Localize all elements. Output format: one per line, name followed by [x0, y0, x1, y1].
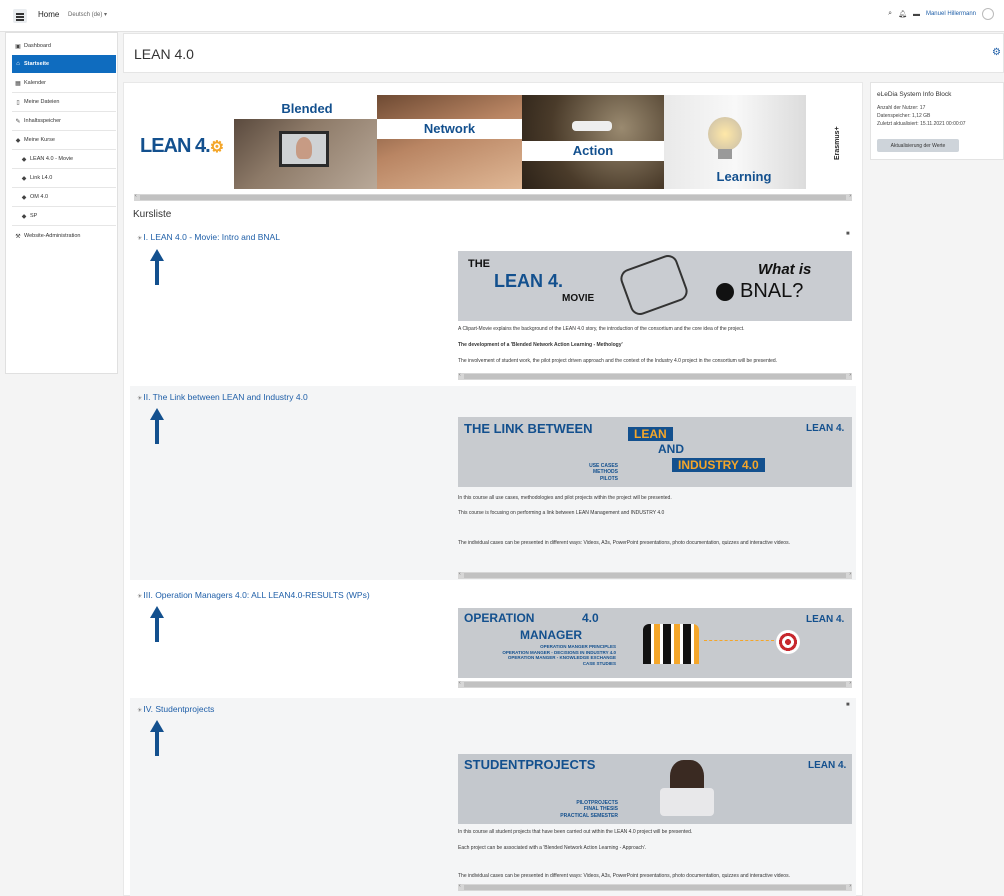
course-section-1: ☀I. LEAN 4.0 - Movie: Intro and BNAL ■ T… — [130, 227, 856, 385]
calendar-icon: ▦ — [15, 80, 21, 87]
course-image-operation[interactable]: OPERATION 4.0 MANAGER OPERATION MANGER P… — [458, 608, 852, 678]
language-selector[interactable]: Deutsch (de) ▾ — [68, 11, 107, 18]
sidebar-item-startseite[interactable]: ⌂ Startseite — [12, 55, 116, 73]
play-icon — [716, 283, 734, 301]
course-list-heading: Kursliste — [133, 209, 172, 220]
info-updated: Zuletzt aktualisiert: 15.11.2021 00:00:0… — [877, 121, 966, 127]
nav-user-area: ⌕ 🔔︎ ▬ Manuel Hillermann — [888, 8, 994, 20]
section-3-scrollbar[interactable]: ‹ › — [458, 680, 852, 688]
section-icon: ☀ — [137, 396, 143, 402]
hamburger-menu-icon[interactable] — [13, 9, 27, 23]
sidebar-item-meine-kurse[interactable]: ◆ Meine Kurse — [12, 131, 116, 149]
lean-banner: LEAN 4.⚙ Blended Network Action Learning… — [134, 95, 852, 191]
erasmus-logo: Erasmus+ — [834, 126, 841, 160]
graduation-cap-icon: ◆ — [15, 137, 21, 144]
page-header: LEAN 4.0 ⚙ — [123, 33, 1004, 73]
banner-word-network: Network — [377, 119, 522, 139]
bell-icon[interactable]: 🔔︎ — [898, 10, 907, 18]
course-section-3: ☀III. Operation Managers 4.0: ALL LEAN4.… — [130, 584, 856, 698]
section-title-2[interactable]: ☀II. The Link between LEAN and Industry … — [137, 392, 308, 402]
banner-word-blended: Blended — [259, 101, 355, 117]
search-icon[interactable]: ⌕ — [888, 10, 892, 18]
up-arrow-icon — [138, 606, 178, 648]
section-2-scrollbar[interactable]: ‹ › — [458, 571, 852, 579]
section-title-4[interactable]: ☀IV. Studentprojects — [137, 704, 214, 714]
file-icon: ▯ — [16, 99, 20, 106]
section-4-desc-1: In this course all student projects that… — [458, 829, 693, 835]
section-2-desc-2: This course is focusing on performing a … — [458, 510, 665, 516]
sidebar-item-meine-dateien[interactable]: ▯ Meine Dateien — [12, 93, 116, 111]
course-image-link[interactable]: THE LINK BETWEEN LEAN AND INDUSTRY 4.0 U… — [458, 417, 852, 487]
refresh-values-button[interactable]: Aktualisierung der Werte — [877, 139, 959, 152]
info-block-title: eLeDia System Info Block — [877, 91, 952, 98]
sidebar-item-dashboard[interactable]: ▣ Dashboard — [12, 37, 116, 55]
wrench-icon: ⚒ — [15, 233, 21, 240]
film-reel-icon — [617, 252, 691, 318]
sidebar-item-website-administration[interactable]: ⚒ Website-Administration — [12, 227, 116, 245]
course-image-movie[interactable]: THE LEAN 4. MOVIE What is BNAL? — [458, 251, 852, 321]
section-2-desc-1: In this course all use cases, methodolog… — [458, 495, 672, 501]
section-icon: ☀ — [137, 236, 143, 242]
sidebar: ▣ Dashboard ⌂ Startseite ▦ Kalender ▯ Meine … — [5, 32, 118, 374]
user-name[interactable]: Manuel Hillermann — [926, 11, 976, 17]
link-small-text: USE CASES METHODS PILOTS — [589, 463, 618, 482]
gear-icon[interactable]: ⚙ — [992, 47, 1001, 58]
info-users: Anzahl der Nutzer: 17 — [877, 105, 926, 111]
chat-icon[interactable]: ▬ — [913, 11, 920, 18]
graduation-cap-icon: ◆ — [21, 175, 27, 182]
sidebar-item-lean-movie[interactable]: ◆ LEAN 4.0 - Movie — [12, 150, 116, 168]
banner-word-learning: Learning — [716, 169, 772, 184]
section-icon: ☀ — [137, 594, 143, 600]
main-content: LEAN 4.⚙ Blended Network Action Learning… — [123, 82, 863, 896]
home-icon: ⌂ — [16, 61, 20, 67]
sidebar-item-sp[interactable]: ◆ SP — [12, 207, 116, 225]
section-2-desc-3: The individual cases can be presented in… — [458, 540, 790, 546]
up-arrow-icon — [138, 720, 178, 762]
sidebar-item-inhaltsspeicher[interactable]: ✎ Inhaltsspeicher — [12, 112, 116, 130]
course-section-4: ☀IV. Studentprojects ■ STUDENTPROJECTS P… — [130, 698, 856, 896]
nav-home-link[interactable]: Home — [38, 10, 59, 19]
section-1-desc-1: A Clipart-Movie explains the background … — [458, 326, 745, 332]
graduation-cap-icon: ◆ — [21, 194, 27, 201]
sidebar-item-kalender[interactable]: ▦ Kalender — [12, 74, 116, 92]
sidebar-item-om40[interactable]: ◆ OM 4.0 — [12, 188, 116, 206]
banner-scrollbar[interactable]: ‹ › — [134, 193, 852, 201]
lean-logo: LEAN 4.⚙ — [140, 135, 224, 157]
target-icon — [776, 630, 800, 654]
section-4-desc-2: Each project can be associated with a 'B… — [458, 845, 647, 851]
section-1-desc-3: The involvement of student work, the pil… — [458, 358, 778, 364]
banner-word-action: Action — [522, 141, 664, 161]
section-1-scrollbar[interactable]: ‹ › — [458, 372, 852, 380]
info-storage: Datenspeicher: 1,12 GB — [877, 113, 931, 119]
up-arrow-icon — [138, 408, 178, 450]
course-section-2: ☀II. The Link between LEAN and Industry … — [130, 386, 856, 580]
page-title: LEAN 4.0 — [134, 46, 194, 62]
up-arrow-icon — [138, 249, 178, 291]
avatar[interactable] — [982, 8, 994, 20]
section-4-desc-3: The individual cases can be presented in… — [458, 873, 790, 879]
hands-photo — [377, 95, 522, 189]
dashboard-icon: ▣ — [15, 43, 21, 50]
studentprojects-small-text: PILOTPROJECTS FINAL THESIS PRACTICAL SEMES… — [560, 800, 618, 819]
graduation-cap-icon: ◆ — [21, 156, 27, 163]
sidebar-item-link-l40[interactable]: ◆ Link L4.0 — [12, 169, 116, 187]
graduation-cap-icon: ◆ — [21, 213, 27, 220]
section-1-desc-2: The development of a 'Blended Network Ac… — [458, 342, 623, 348]
lock-icon: ■ — [846, 702, 850, 708]
section-title-1[interactable]: ☀I. LEAN 4.0 - Movie: Intro and BNAL — [137, 232, 280, 242]
top-navbar: Home Deutsch (de) ▾ ⌕ 🔔︎ ▬ Manuel Hiller… — [0, 0, 1004, 32]
pencil-icon: ✎ — [15, 118, 21, 125]
lock-icon: ■ — [846, 231, 850, 237]
operation-small-text: OPERATION MANGER PRINCIPLES OPERATION MAN… — [502, 644, 616, 666]
laptop-photo — [234, 119, 377, 189]
system-info-block: eLeDia System Info Block Anzahl der Nutz… — [870, 82, 1004, 160]
section-icon: ☀ — [137, 708, 143, 714]
section-4-scrollbar[interactable]: ‹ › — [458, 883, 852, 891]
people-figures-icon — [643, 624, 699, 664]
course-image-studentprojects[interactable]: STUDENTPROJECTS PILOTPROJECTS FINAL THESI… — [458, 754, 852, 824]
section-title-3[interactable]: ☀III. Operation Managers 4.0: ALL LEAN4.… — [137, 590, 370, 600]
